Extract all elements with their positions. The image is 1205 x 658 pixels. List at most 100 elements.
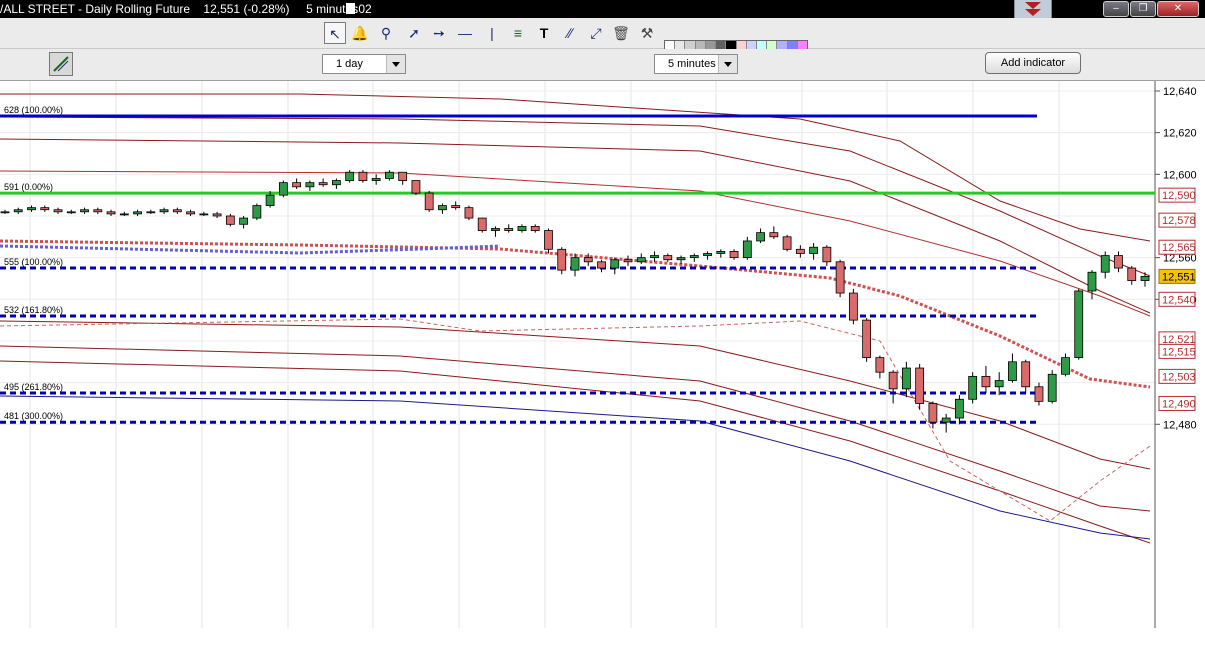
minimize-button[interactable]: –	[1103, 1, 1129, 17]
window-title: /ALL STREET - Daily Rolling Future 12,55…	[0, 2, 359, 16]
y-tick-label: 12,600	[1163, 169, 1197, 181]
candle	[371, 178, 381, 181]
pointer-icon[interactable]: ↖	[324, 22, 346, 44]
envelope-line	[0, 318, 1151, 522]
close-button[interactable]: ✕	[1157, 1, 1199, 17]
chevron-down-icon[interactable]	[718, 55, 737, 73]
candle	[27, 207, 36, 211]
candle	[544, 230, 553, 250]
candle	[623, 259, 633, 263]
price-badge-label: 12,565	[1162, 242, 1196, 254]
candle	[901, 367, 911, 390]
candle	[172, 209, 182, 213]
interval-select-value: 5 minutes	[668, 58, 716, 70]
candle	[742, 240, 752, 259]
candle	[557, 248, 567, 271]
zoom-icon[interactable]: ⚲	[375, 22, 397, 44]
fib-level-label: 495 (261.80%)	[4, 382, 63, 392]
period-select[interactable]: 1 day	[322, 54, 406, 74]
interval-select[interactable]: 5 minutes	[654, 54, 738, 74]
countdown-timer: :02	[346, 2, 372, 16]
fib-level-label: 481 (300.00%)	[4, 411, 63, 421]
candle	[517, 225, 527, 231]
candle	[756, 232, 765, 242]
candle	[239, 217, 249, 225]
candle	[1034, 386, 1044, 402]
add-indicator-button[interactable]: Add indicator	[985, 52, 1081, 74]
candle	[186, 211, 195, 215]
candle	[40, 207, 50, 211]
chart-settings-bar: 1 day 5 minutes Add indicator	[0, 49, 1205, 81]
candle	[1047, 373, 1057, 402]
text-icon[interactable]: T	[533, 22, 555, 44]
trend-line-icon[interactable]: ➚	[403, 22, 425, 44]
candle	[570, 257, 580, 271]
candle	[955, 398, 964, 419]
candle	[795, 248, 805, 254]
candle	[994, 380, 1004, 388]
candle	[941, 417, 951, 423]
price-chart[interactable]: 628 (100.00%) 591 (0.00%) 555 (100.00%) 532…	[0, 81, 1205, 628]
candle	[530, 225, 540, 231]
envelope-line	[0, 138, 1151, 314]
candle	[358, 171, 368, 181]
candle	[199, 213, 209, 216]
candle	[1087, 271, 1097, 292]
candle	[13, 209, 23, 213]
y-tick-label: 12,480	[1163, 419, 1197, 431]
candle	[597, 261, 606, 269]
candle	[583, 257, 593, 263]
candle	[1021, 361, 1031, 388]
candle	[1140, 275, 1150, 281]
candle	[133, 211, 142, 215]
horizontal-line-icon[interactable]: —	[454, 22, 476, 44]
candle	[915, 367, 925, 404]
trash-icon[interactable]: 🗑	[610, 22, 632, 44]
candle	[676, 257, 686, 261]
candle	[265, 194, 275, 206]
drawing-tool-icon[interactable]	[49, 52, 73, 76]
fib-level-label: 532 (161.80%)	[4, 305, 63, 315]
candle	[809, 246, 819, 254]
candle	[477, 217, 487, 231]
alert-bell-icon[interactable]: 🔔	[349, 22, 371, 44]
candle	[703, 253, 712, 256]
candle	[1114, 255, 1123, 269]
fibonacci-icon[interactable]: ≡	[507, 22, 529, 44]
envelope-line	[0, 395, 1151, 540]
y-tick-label: 12,620	[1163, 128, 1197, 140]
candle	[424, 192, 434, 211]
candle	[822, 246, 832, 263]
candle	[1074, 290, 1084, 359]
candle	[875, 357, 885, 373]
ray-line-icon[interactable]: ➙	[428, 22, 450, 44]
candle	[278, 182, 288, 196]
parallel-channel-icon[interactable]: ∕∕	[559, 22, 581, 44]
candle	[835, 261, 845, 294]
candle	[464, 207, 474, 219]
candle	[663, 255, 673, 261]
candle	[1127, 267, 1137, 281]
candle	[729, 250, 739, 259]
candle	[1008, 361, 1017, 381]
price-badge-label: 12,578	[1162, 215, 1196, 227]
tools-icon[interactable]: ⚒	[636, 22, 658, 44]
candle	[80, 209, 89, 213]
period-select-value: 1 day	[336, 58, 363, 70]
candle	[292, 182, 302, 188]
candle	[689, 255, 699, 259]
candle	[716, 250, 726, 254]
candle	[650, 255, 659, 259]
candle	[212, 213, 222, 217]
fib-level-label: 591 (0.00%)	[4, 182, 53, 192]
chevron-down-icon[interactable]	[386, 55, 405, 73]
fit-icon[interactable]: ⤢	[585, 22, 607, 44]
candle	[0, 211, 10, 214]
vertical-line-icon[interactable]: |	[481, 22, 503, 44]
candle	[610, 259, 620, 269]
restore-button[interactable]: ❐	[1130, 1, 1156, 17]
candle	[928, 403, 938, 423]
candle	[345, 171, 355, 181]
price-badge-label: 12,503	[1162, 371, 1196, 383]
candle	[225, 215, 235, 225]
